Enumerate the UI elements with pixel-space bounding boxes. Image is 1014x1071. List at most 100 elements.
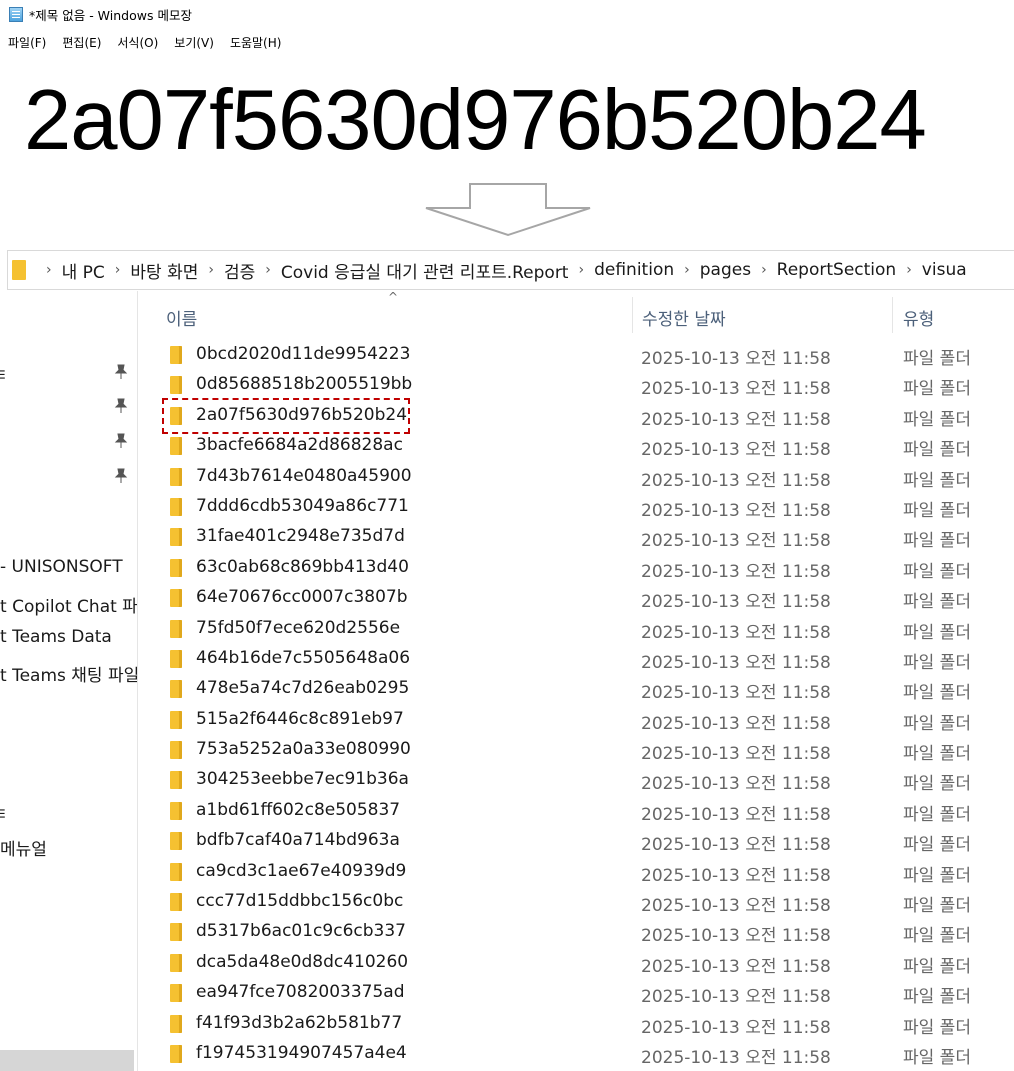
file-row[interactable]: bdfb7caf40a714bd963a 2025-10-13 오전 11:58 파… bbox=[138, 826, 1014, 856]
file-row[interactable]: f41f93d3b2a62b581b77 2025-10-13 오전 11:58 파… bbox=[138, 1009, 1014, 1039]
highlight-box bbox=[162, 398, 410, 434]
file-date: 2025-10-13 오전 11:58 bbox=[641, 440, 831, 461]
file-row[interactable]: 515a2f6446c8c891eb97 2025-10-13 오전 11:58 파… bbox=[138, 705, 1014, 735]
breadcrumb-reportsection[interactable]: ReportSection bbox=[777, 260, 897, 280]
file-name: ccc77d15ddbbc156c0bc bbox=[196, 891, 404, 912]
file-row[interactable]: ccc77d15ddbbc156c0bc 2025-10-13 오전 11:58 파… bbox=[138, 887, 1014, 917]
file-type: 파일 폴더 bbox=[903, 774, 971, 795]
folder-icon bbox=[170, 771, 182, 790]
navigation-pane: ㅌ - UNISONSOFT t Copilot Chat 파' t Teams… bbox=[0, 291, 138, 1071]
chevron-right-icon[interactable]: › bbox=[684, 262, 690, 278]
menu-view[interactable]: 보기(V) bbox=[174, 34, 214, 51]
chevron-right-icon[interactable]: › bbox=[265, 262, 271, 278]
chevron-right-icon[interactable]: › bbox=[115, 262, 121, 278]
nav-item-copilot-chat[interactable]: t Copilot Chat 파' bbox=[0, 592, 137, 617]
file-type: 파일 폴더 bbox=[903, 500, 971, 521]
folder-icon bbox=[170, 649, 182, 668]
folder-icon bbox=[170, 1044, 182, 1063]
chevron-right-icon[interactable]: › bbox=[46, 262, 52, 278]
file-date: 2025-10-13 오전 11:58 bbox=[641, 865, 831, 886]
folder-icon bbox=[170, 862, 182, 881]
file-row[interactable]: ea947fce7082003375ad 2025-10-13 오전 11:58 파… bbox=[138, 978, 1014, 1008]
file-type: 파일 폴더 bbox=[903, 744, 971, 765]
chevron-right-icon[interactable]: › bbox=[906, 262, 912, 278]
nav-item[interactable]: ㅌ bbox=[0, 800, 8, 825]
column-header-type[interactable]: 유형 bbox=[903, 297, 934, 337]
file-row[interactable]: d5317b6ac01c9c6cb337 2025-10-13 오전 11:58 파… bbox=[138, 917, 1014, 947]
menu-format[interactable]: 서식(O) bbox=[117, 34, 158, 51]
file-row[interactable]: 753a5252a0a33e080990 2025-10-13 오전 11:58 파… bbox=[138, 735, 1014, 765]
file-type: 파일 폴더 bbox=[903, 1017, 971, 1038]
breadcrumb-desktop[interactable]: 바탕 화면 bbox=[130, 258, 198, 283]
file-row[interactable]: 0bcd2020d11de9954223 2025-10-13 오전 11:58 파… bbox=[138, 340, 1014, 370]
file-row[interactable]: 75fd50f7ece620d2556e 2025-10-13 오전 11:58 파… bbox=[138, 614, 1014, 644]
notepad-icon bbox=[9, 6, 23, 22]
file-row[interactable]: a1bd61ff602c8e505837 2025-10-13 오전 11:58 파… bbox=[138, 796, 1014, 826]
menu-file[interactable]: 파일(F) bbox=[8, 34, 46, 51]
file-type: 파일 폴더 bbox=[903, 561, 971, 582]
file-type: 파일 폴더 bbox=[903, 652, 971, 673]
file-name: f41f93d3b2a62b581b77 bbox=[196, 1012, 403, 1033]
file-row[interactable]: 0d85688518b2005519bb 2025-10-13 오전 11:58 파… bbox=[138, 370, 1014, 400]
notepad-title-bar[interactable]: *제목 없음 - Windows 메모장 bbox=[0, 0, 1014, 28]
column-header-name[interactable]: 이름 bbox=[166, 297, 197, 337]
column-header-date[interactable]: 수정한 날짜 bbox=[642, 297, 726, 337]
file-type: 파일 폴더 bbox=[903, 896, 971, 917]
file-name: ea947fce7082003375ad bbox=[196, 982, 405, 1003]
file-type: 파일 폴더 bbox=[903, 470, 971, 491]
menu-edit[interactable]: 편집(E) bbox=[62, 34, 101, 51]
file-date: 2025-10-13 오전 11:58 bbox=[641, 652, 831, 673]
file-name: 7ddd6cdb53049a86c771 bbox=[196, 495, 409, 516]
pin-icon[interactable] bbox=[114, 398, 128, 414]
file-row[interactable]: 3bacfe6684a2d86828ac 2025-10-13 오전 11:58 파… bbox=[138, 431, 1014, 461]
address-bar[interactable]: › 내 PC › 바탕 화면 › 검증 › Covid 응급실 대기 관련 리포… bbox=[7, 250, 1014, 290]
nav-selected-item[interactable] bbox=[0, 1050, 134, 1071]
column-divider[interactable] bbox=[632, 297, 633, 333]
chevron-right-icon[interactable]: › bbox=[761, 262, 767, 278]
file-date: 2025-10-13 오전 11:58 bbox=[641, 531, 831, 552]
pin-icon[interactable] bbox=[114, 364, 128, 380]
file-date: 2025-10-13 오전 11:58 bbox=[641, 744, 831, 765]
file-row[interactable]: 478e5a74c7d26eab0295 2025-10-13 오전 11:58 파… bbox=[138, 674, 1014, 704]
nav-item[interactable]: ㅌ bbox=[0, 361, 8, 386]
folder-icon bbox=[170, 437, 182, 456]
chevron-right-icon[interactable]: › bbox=[208, 262, 214, 278]
file-name: ca9cd3c1ae67e40939d9 bbox=[196, 860, 407, 881]
file-row[interactable]: f197453194907457a4e4 2025-10-13 오전 11:58 파… bbox=[138, 1039, 1014, 1069]
file-row[interactable]: dca5da48e0d8dc410260 2025-10-13 오전 11:58 파… bbox=[138, 948, 1014, 978]
nav-item-teams-chat-files[interactable]: t Teams 채팅 파일 bbox=[0, 661, 137, 686]
sort-ascending-icon: ^ bbox=[388, 290, 399, 304]
file-type: 파일 폴더 bbox=[903, 379, 971, 400]
column-divider[interactable] bbox=[892, 297, 893, 333]
notepad-menu-bar: 파일(F) 편집(E) 서식(O) 보기(V) 도움말(H) bbox=[0, 31, 289, 53]
folder-icon bbox=[170, 619, 182, 638]
folder-icon bbox=[170, 497, 182, 516]
breadcrumb-visual[interactable]: visua bbox=[922, 260, 967, 280]
folder-icon bbox=[170, 984, 182, 1003]
pin-icon[interactable] bbox=[114, 468, 128, 484]
file-list: 0bcd2020d11de9954223 2025-10-13 오전 11:58 파… bbox=[138, 340, 1014, 1069]
nav-item-teams-data[interactable]: t Teams Data bbox=[0, 627, 112, 647]
notepad-text-area[interactable]: 2a07f5630d976b520b24 bbox=[24, 66, 927, 176]
file-row[interactable]: 31fae401c2948e735d7d 2025-10-13 오전 11:58 파… bbox=[138, 522, 1014, 552]
file-row[interactable]: 7ddd6cdb53049a86c771 2025-10-13 오전 11:58 파… bbox=[138, 492, 1014, 522]
file-name: 478e5a74c7d26eab0295 bbox=[196, 678, 410, 699]
folder-icon bbox=[170, 1014, 182, 1033]
file-row[interactable]: 304253eebbe7ec91b36a 2025-10-13 오전 11:58 파… bbox=[138, 765, 1014, 795]
chevron-right-icon[interactable]: › bbox=[578, 262, 584, 278]
breadcrumb-definition[interactable]: definition bbox=[594, 260, 674, 280]
file-row[interactable]: 64e70676cc0007c3807b 2025-10-13 오전 11:58 파… bbox=[138, 583, 1014, 613]
file-row[interactable]: 63c0ab68c869bb413d40 2025-10-13 오전 11:58 파… bbox=[138, 553, 1014, 583]
breadcrumb-my-pc[interactable]: 내 PC bbox=[62, 258, 105, 283]
breadcrumb-verify[interactable]: 검증 bbox=[224, 258, 255, 283]
file-row[interactable]: 464b16de7c5505648a06 2025-10-13 오전 11:58 파… bbox=[138, 644, 1014, 674]
pin-icon[interactable] bbox=[114, 433, 128, 449]
menu-help[interactable]: 도움말(H) bbox=[230, 34, 282, 51]
file-name: 31fae401c2948e735d7d bbox=[196, 526, 405, 547]
file-row[interactable]: 7d43b7614e0480a45900 2025-10-13 오전 11:58 파… bbox=[138, 462, 1014, 492]
nav-item-manual[interactable]: 메뉴얼 bbox=[0, 835, 47, 860]
breadcrumb-report[interactable]: Covid 응급실 대기 관련 리포트.Report bbox=[281, 258, 569, 283]
nav-item-unisonsoft[interactable]: - UNISONSOFT bbox=[0, 557, 123, 577]
breadcrumb-pages[interactable]: pages bbox=[700, 260, 751, 280]
file-row[interactable]: ca9cd3c1ae67e40939d9 2025-10-13 오전 11:58 파… bbox=[138, 857, 1014, 887]
